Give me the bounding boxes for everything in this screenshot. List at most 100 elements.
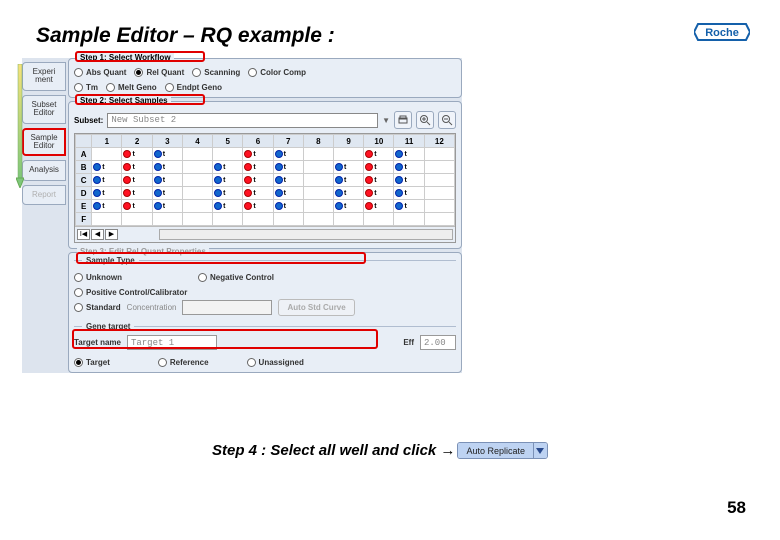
plate-well[interactable]: t [213,161,243,174]
well-plate-grid[interactable]: 123456789101112AttttttBtttttttttCttttttt… [74,133,456,243]
plate-well[interactable] [243,213,273,226]
plate-well[interactable]: t [92,187,122,200]
plate-well[interactable] [303,187,333,200]
plate-row-header[interactable]: E [76,200,92,213]
plate-well[interactable] [213,148,243,161]
plate-col-header[interactable]: 6 [243,135,273,148]
plate-col-header[interactable]: 4 [182,135,212,148]
plate-well[interactable]: t [394,174,424,187]
plate-well[interactable]: t [273,200,303,213]
plate-well[interactable]: t [394,187,424,200]
plate-well[interactable]: t [364,148,394,161]
plate-row-header[interactable]: A [76,148,92,161]
plate-well[interactable] [182,213,212,226]
plate-well[interactable]: t [152,148,182,161]
plate-well[interactable] [334,148,364,161]
plate-well[interactable] [424,148,454,161]
plate-well[interactable]: t [243,187,273,200]
plate-well[interactable]: t [152,200,182,213]
tab-report[interactable]: Report [22,185,66,205]
plate-col-header[interactable]: 2 [122,135,152,148]
plate-well[interactable]: t [394,200,424,213]
plate-col-header[interactable]: 8 [303,135,333,148]
subset-input[interactable] [107,113,378,128]
plate-well[interactable] [182,200,212,213]
plate-well[interactable] [334,213,364,226]
tab-sample-editor[interactable]: Sample Editor [22,128,66,157]
plate-well[interactable]: t [243,200,273,213]
auto-replicate-button[interactable]: Auto Replicate [457,442,548,459]
plate-well[interactable] [394,213,424,226]
plate-well[interactable] [424,187,454,200]
plate-well[interactable] [122,213,152,226]
plate-well[interactable]: t [273,187,303,200]
plate-well[interactable] [182,187,212,200]
plate-well[interactable] [182,148,212,161]
plate-well[interactable]: t [394,148,424,161]
auto-std-curve-button[interactable]: Auto Std Curve [278,299,354,316]
plate-well[interactable] [303,161,333,174]
plate-well[interactable]: t [364,174,394,187]
plate-row-header[interactable]: B [76,161,92,174]
plate-well[interactable] [152,213,182,226]
radio-pos-control[interactable]: Positive Control/Calibrator [74,288,187,297]
plate-well[interactable] [182,174,212,187]
plate-row-header[interactable]: F [76,213,92,226]
plate-well[interactable] [424,200,454,213]
plate-well[interactable]: t [152,174,182,187]
plate-well[interactable]: t [213,200,243,213]
plate-well[interactable] [364,213,394,226]
eff-input[interactable] [420,335,456,350]
radio-scanning[interactable]: Scanning [192,68,240,77]
plate-well[interactable] [424,174,454,187]
radio-target[interactable]: Target [74,358,110,367]
radio-rel-quant[interactable]: Rel Quant [134,68,184,77]
plate-well[interactable]: t [213,174,243,187]
plate-well[interactable]: t [92,161,122,174]
radio-melt-geno[interactable]: Melt Geno [106,83,157,92]
radio-endpt-geno[interactable]: Endpt Geno [165,83,222,92]
radio-abs-quant[interactable]: Abs Quant [74,68,126,77]
plate-well[interactable] [424,213,454,226]
plate-first-button[interactable]: I◀ [77,229,90,240]
plate-well[interactable]: t [243,174,273,187]
radio-neg-control[interactable]: Negative Control [198,273,274,282]
plate-h-scrollbar[interactable] [159,229,453,240]
plate-col-header[interactable]: 10 [364,135,394,148]
plate-col-header[interactable]: 3 [152,135,182,148]
plate-well[interactable] [92,213,122,226]
plate-next-button[interactable]: ▶ [105,229,118,240]
plate-well[interactable]: t [213,187,243,200]
plate-well[interactable]: t [122,200,152,213]
radio-reference[interactable]: Reference [158,358,209,367]
radio-standard[interactable]: Standard [74,303,121,312]
plate-well[interactable]: t [243,148,273,161]
zoom-out-icon[interactable] [438,111,456,129]
plate-well[interactable]: t [364,200,394,213]
plate-well[interactable]: t [152,187,182,200]
plate-well[interactable]: t [364,187,394,200]
tab-experiment[interactable]: Experi ment [22,62,66,91]
plate-well[interactable]: t [273,174,303,187]
plate-well[interactable] [92,148,122,161]
radio-color-comp[interactable]: Color Comp [248,68,306,77]
subset-dropdown-icon[interactable]: ▼ [382,116,390,125]
tab-subset-editor[interactable]: Subset Editor [22,95,66,124]
plate-col-header[interactable]: 11 [394,135,424,148]
plate-well[interactable] [303,148,333,161]
plate-well[interactable]: t [273,161,303,174]
concentration-input[interactable] [182,300,272,315]
plate-well[interactable]: t [92,200,122,213]
print-icon[interactable] [394,111,412,129]
chevron-down-icon[interactable] [533,443,547,458]
plate-well[interactable]: t [334,200,364,213]
plate-well[interactable]: t [273,148,303,161]
plate-row-header[interactable]: C [76,174,92,187]
target-name-input[interactable] [127,335,217,350]
plate-well[interactable]: t [92,174,122,187]
plate-well[interactable] [303,200,333,213]
plate-col-header[interactable]: 7 [273,135,303,148]
plate-well[interactable] [182,161,212,174]
radio-tm[interactable]: Tm [74,83,98,92]
plate-well[interactable]: t [243,161,273,174]
